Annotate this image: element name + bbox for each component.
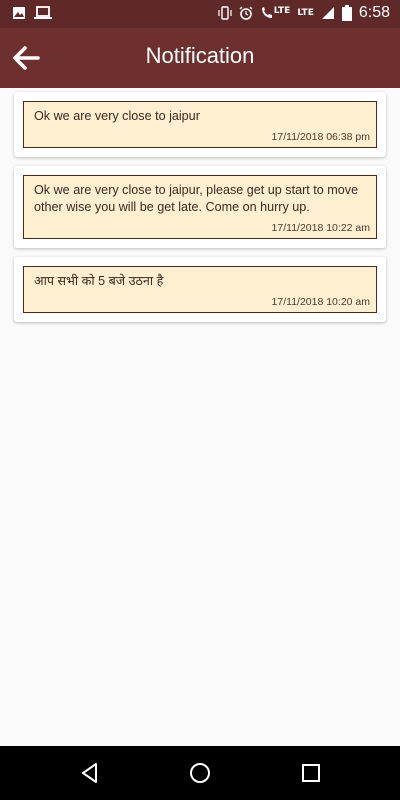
wifi-call-indicator: LTE — [260, 6, 291, 20]
notification-message: Ok we are very close to jaipur, please g… — [34, 183, 359, 214]
notification-list: Ok we are very close to jaipur 17/11/201… — [14, 92, 386, 331]
notification-timestamp: 17/11/2018 10:22 am — [271, 222, 370, 234]
status-time: 6:58 — [358, 4, 390, 21]
image-icon — [13, 7, 25, 19]
notification-timestamp: 17/11/2018 06:38 pm — [271, 131, 370, 143]
app-bar: Notification — [0, 28, 400, 88]
notification-note: आप सभी को 5 बजे उठना है 17/11/2018 10:20… — [23, 266, 377, 313]
notification-card[interactable]: Ok we are very close to jaipur, please g… — [14, 166, 386, 248]
notification-message: आप सभी को 5 बजे उठना है — [34, 274, 164, 288]
recents-square-icon[interactable] — [299, 761, 323, 785]
home-circle-icon[interactable] — [188, 761, 212, 785]
notification-timestamp: 17/11/2018 10:20 am — [271, 296, 370, 308]
status-left-icons — [12, 6, 52, 20]
vibrate-icon — [218, 6, 232, 20]
laptop-icon — [34, 6, 52, 19]
notification-message: Ok we are very close to jaipur — [34, 109, 200, 123]
notification-card[interactable]: Ok we are very close to jaipur 17/11/201… — [14, 92, 386, 157]
status-right-icons: LTE LTE 6:58 — [218, 4, 390, 22]
wifi-call-icon — [261, 7, 272, 18]
signal-icon — [321, 7, 334, 19]
alarm-icon — [239, 6, 253, 20]
notification-card[interactable]: आप सभी को 5 बजे उठना है 17/11/2018 10:20… — [14, 257, 386, 322]
status-bar: LTE LTE 6:58 — [0, 0, 400, 28]
battery-icon — [341, 5, 352, 21]
page-title: Notification — [145, 43, 255, 68]
navigation-bar — [0, 746, 400, 800]
notification-note: Ok we are very close to jaipur, please g… — [23, 175, 377, 239]
notification-note: Ok we are very close to jaipur 17/11/201… — [23, 101, 377, 148]
back-triangle-icon[interactable] — [78, 761, 102, 785]
lte-label-1: LTE — [273, 6, 291, 16]
lte-label-2: LTE — [297, 8, 314, 18]
